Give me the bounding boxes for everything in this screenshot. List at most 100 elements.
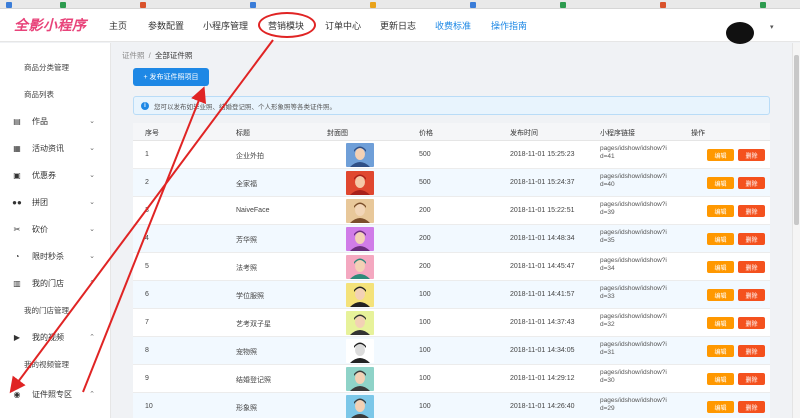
cell-time: 2018-11-01 14:37:43 — [510, 319, 575, 326]
cell-time: 2018-11-01 14:26:40 — [510, 403, 575, 410]
sidebar-item-category[interactable]: 商品分类管理 — [0, 58, 110, 76]
table-row: 3 NaiveFace 200 2018-11-01 15:22:51 pages/id… — [133, 197, 770, 225]
chevron-down-icon: ⌄ — [89, 145, 95, 152]
edit-button[interactable]: 编辑 — [707, 205, 734, 217]
cell-time: 2018-11-01 14:48:34 — [510, 235, 575, 242]
cell-link[interactable]: pages/idshow/idshow?id=32 — [600, 313, 670, 329]
edit-button[interactable]: 编辑 — [707, 233, 734, 245]
delete-button[interactable]: 删除 — [738, 233, 765, 245]
sidebar-item-works[interactable]: ▤ 作品 ⌄ — [0, 112, 110, 130]
user-avatar[interactable] — [726, 22, 754, 44]
bookmark-item[interactable] — [660, 1, 668, 8]
delete-button[interactable]: 删除 — [738, 373, 765, 385]
cell-price: 200 — [419, 263, 431, 270]
cover-thumbnail — [346, 311, 374, 335]
nav-changelog[interactable]: 更新日志 — [380, 9, 416, 42]
sidebar-item-label: 我的视频管理 — [24, 359, 69, 369]
bookmark-item[interactable] — [250, 1, 258, 8]
sidebar-item-stores[interactable]: ▥ 我的门店 ⌃ — [0, 274, 110, 292]
cell-link[interactable]: pages/idshow/idshow?id=30 — [600, 369, 670, 385]
info-notice: i 您可以发布如毕业照、结婚登记照、个人形象照等各类证件照。 — [133, 96, 770, 115]
edit-button[interactable]: 编辑 — [707, 373, 734, 385]
edit-button[interactable]: 编辑 — [707, 177, 734, 189]
sidebar-item-videos[interactable]: ▶ 我的视频 ⌃ — [0, 328, 110, 346]
edit-button[interactable]: 编辑 — [707, 261, 734, 273]
cell-link[interactable]: pages/idshow/idshow?id=35 — [600, 229, 670, 245]
sidebar-item-label: 砍价 — [32, 224, 48, 234]
nav-params[interactable]: 参数配置 — [148, 9, 184, 42]
table-row: 2 全家福 500 2018-11-01 15:24:37 pages/idshow/i… — [133, 169, 770, 197]
cover-thumbnail — [346, 367, 374, 391]
delete-button[interactable]: 删除 — [738, 177, 765, 189]
sidebar-item-video-manage[interactable]: 我的视频管理 — [0, 355, 110, 373]
nav-miniprogram[interactable]: 小程序管理 — [203, 9, 248, 42]
cell-price: 500 — [419, 151, 431, 158]
sidebar-item-bargain[interactable]: ✂ 砍价 ⌄ — [0, 220, 110, 238]
nav-orders[interactable]: 订单中心 — [325, 9, 361, 42]
nav-pricing[interactable]: 收费标准 — [435, 9, 471, 42]
edit-button[interactable]: 编辑 — [707, 317, 734, 329]
sidebar-item-label: 限时秒杀 — [32, 251, 64, 261]
sidebar-item-store-manage[interactable]: 我的门店管理 — [0, 301, 110, 319]
nav-guide[interactable]: 操作指南 — [491, 9, 527, 42]
cell-price: 100 — [419, 291, 431, 298]
delete-button[interactable]: 删除 — [738, 317, 765, 329]
bookmark-item[interactable] — [370, 1, 378, 8]
chevron-down-icon: ⌄ — [89, 118, 95, 125]
cell-time: 2018-11-01 14:41:57 — [510, 291, 575, 298]
edit-button[interactable]: 编辑 — [707, 401, 734, 413]
cell-index: 8 — [145, 347, 149, 354]
col-header-actions: 操作 — [691, 130, 705, 137]
nav-home[interactable]: 主页 — [109, 9, 127, 42]
bookmark-item[interactable] — [470, 1, 478, 8]
sidebar-item-label: 拼团 — [32, 197, 48, 207]
breadcrumb-root[interactable]: 证件照 — [122, 51, 145, 60]
app-logo[interactable]: 全影小程序 — [14, 15, 87, 35]
bookmark-item[interactable] — [60, 1, 68, 8]
table-row: 8 宠物照 100 2018-11-01 14:34:05 pages/idshow/i… — [133, 337, 770, 365]
delete-button[interactable]: 删除 — [738, 261, 765, 273]
cell-title: 全家福 — [236, 181, 257, 188]
delete-button[interactable]: 删除 — [738, 345, 765, 357]
sidebar-item-label: 证件照专区 — [32, 389, 72, 399]
edit-button[interactable]: 编辑 — [707, 289, 734, 301]
sidebar-item-products[interactable]: 商品列表 — [0, 85, 110, 103]
cell-link[interactable]: pages/idshow/idshow?id=41 — [600, 145, 670, 161]
delete-button[interactable]: 删除 — [738, 289, 765, 301]
notice-text: 您可以发布如毕业照、结婚登记照、个人形象照等各类证件照。 — [154, 103, 336, 111]
edit-button[interactable]: 编辑 — [707, 149, 734, 161]
publish-idphoto-button[interactable]: + 发布证件照项目 — [133, 68, 209, 86]
folder-icon: ▤ — [13, 116, 21, 126]
sidebar-item-groupbuy[interactable]: ●● 拼团 ⌄ — [0, 193, 110, 211]
cell-index: 10 — [145, 403, 153, 410]
cell-link[interactable]: pages/idshow/idshow?id=34 — [600, 257, 670, 273]
sidebar-item-idphoto[interactable]: ◉ 证件照专区 ⌃ — [0, 385, 110, 403]
cell-link[interactable]: pages/idshow/idshow?id=29 — [600, 397, 670, 413]
bookmark-item[interactable] — [760, 1, 768, 8]
sidebar-item-label: 优惠券 — [32, 170, 56, 180]
cell-price: 500 — [419, 179, 431, 186]
cell-index: 2 — [145, 179, 149, 186]
scrollbar-thumb[interactable] — [794, 55, 799, 225]
sidebar-item-label: 商品分类管理 — [24, 62, 69, 72]
cell-link[interactable]: pages/idshow/idshow?id=31 — [600, 341, 670, 357]
cell-title: 学位服照 — [236, 293, 264, 300]
cell-index: 3 — [145, 207, 149, 214]
cell-link[interactable]: pages/idshow/idshow?id=39 — [600, 201, 670, 217]
chevron-up-icon: ⌃ — [89, 334, 95, 341]
delete-button[interactable]: 删除 — [738, 401, 765, 413]
cell-link[interactable]: pages/idshow/idshow?id=40 — [600, 173, 670, 189]
chevron-down-icon[interactable]: ▾ — [770, 23, 774, 31]
cell-link[interactable]: pages/idshow/idshow?id=33 — [600, 285, 670, 301]
delete-button[interactable]: 删除 — [738, 205, 765, 217]
bookmark-item[interactable] — [140, 1, 148, 8]
cover-thumbnail — [346, 227, 374, 251]
sidebar-item-coupons[interactable]: ▣ 优惠券 ⌄ — [0, 166, 110, 184]
sidebar-item-flashsale[interactable]: ◔ 限时秒杀 ⌄ — [0, 247, 110, 265]
edit-button[interactable]: 编辑 — [707, 345, 734, 357]
sidebar-item-news[interactable]: ▦ 活动资讯 ⌄ — [0, 139, 110, 157]
bookmark-item[interactable] — [6, 1, 14, 8]
bookmark-item[interactable] — [560, 1, 568, 8]
delete-button[interactable]: 删除 — [738, 149, 765, 161]
vertical-scrollbar[interactable] — [792, 43, 800, 418]
